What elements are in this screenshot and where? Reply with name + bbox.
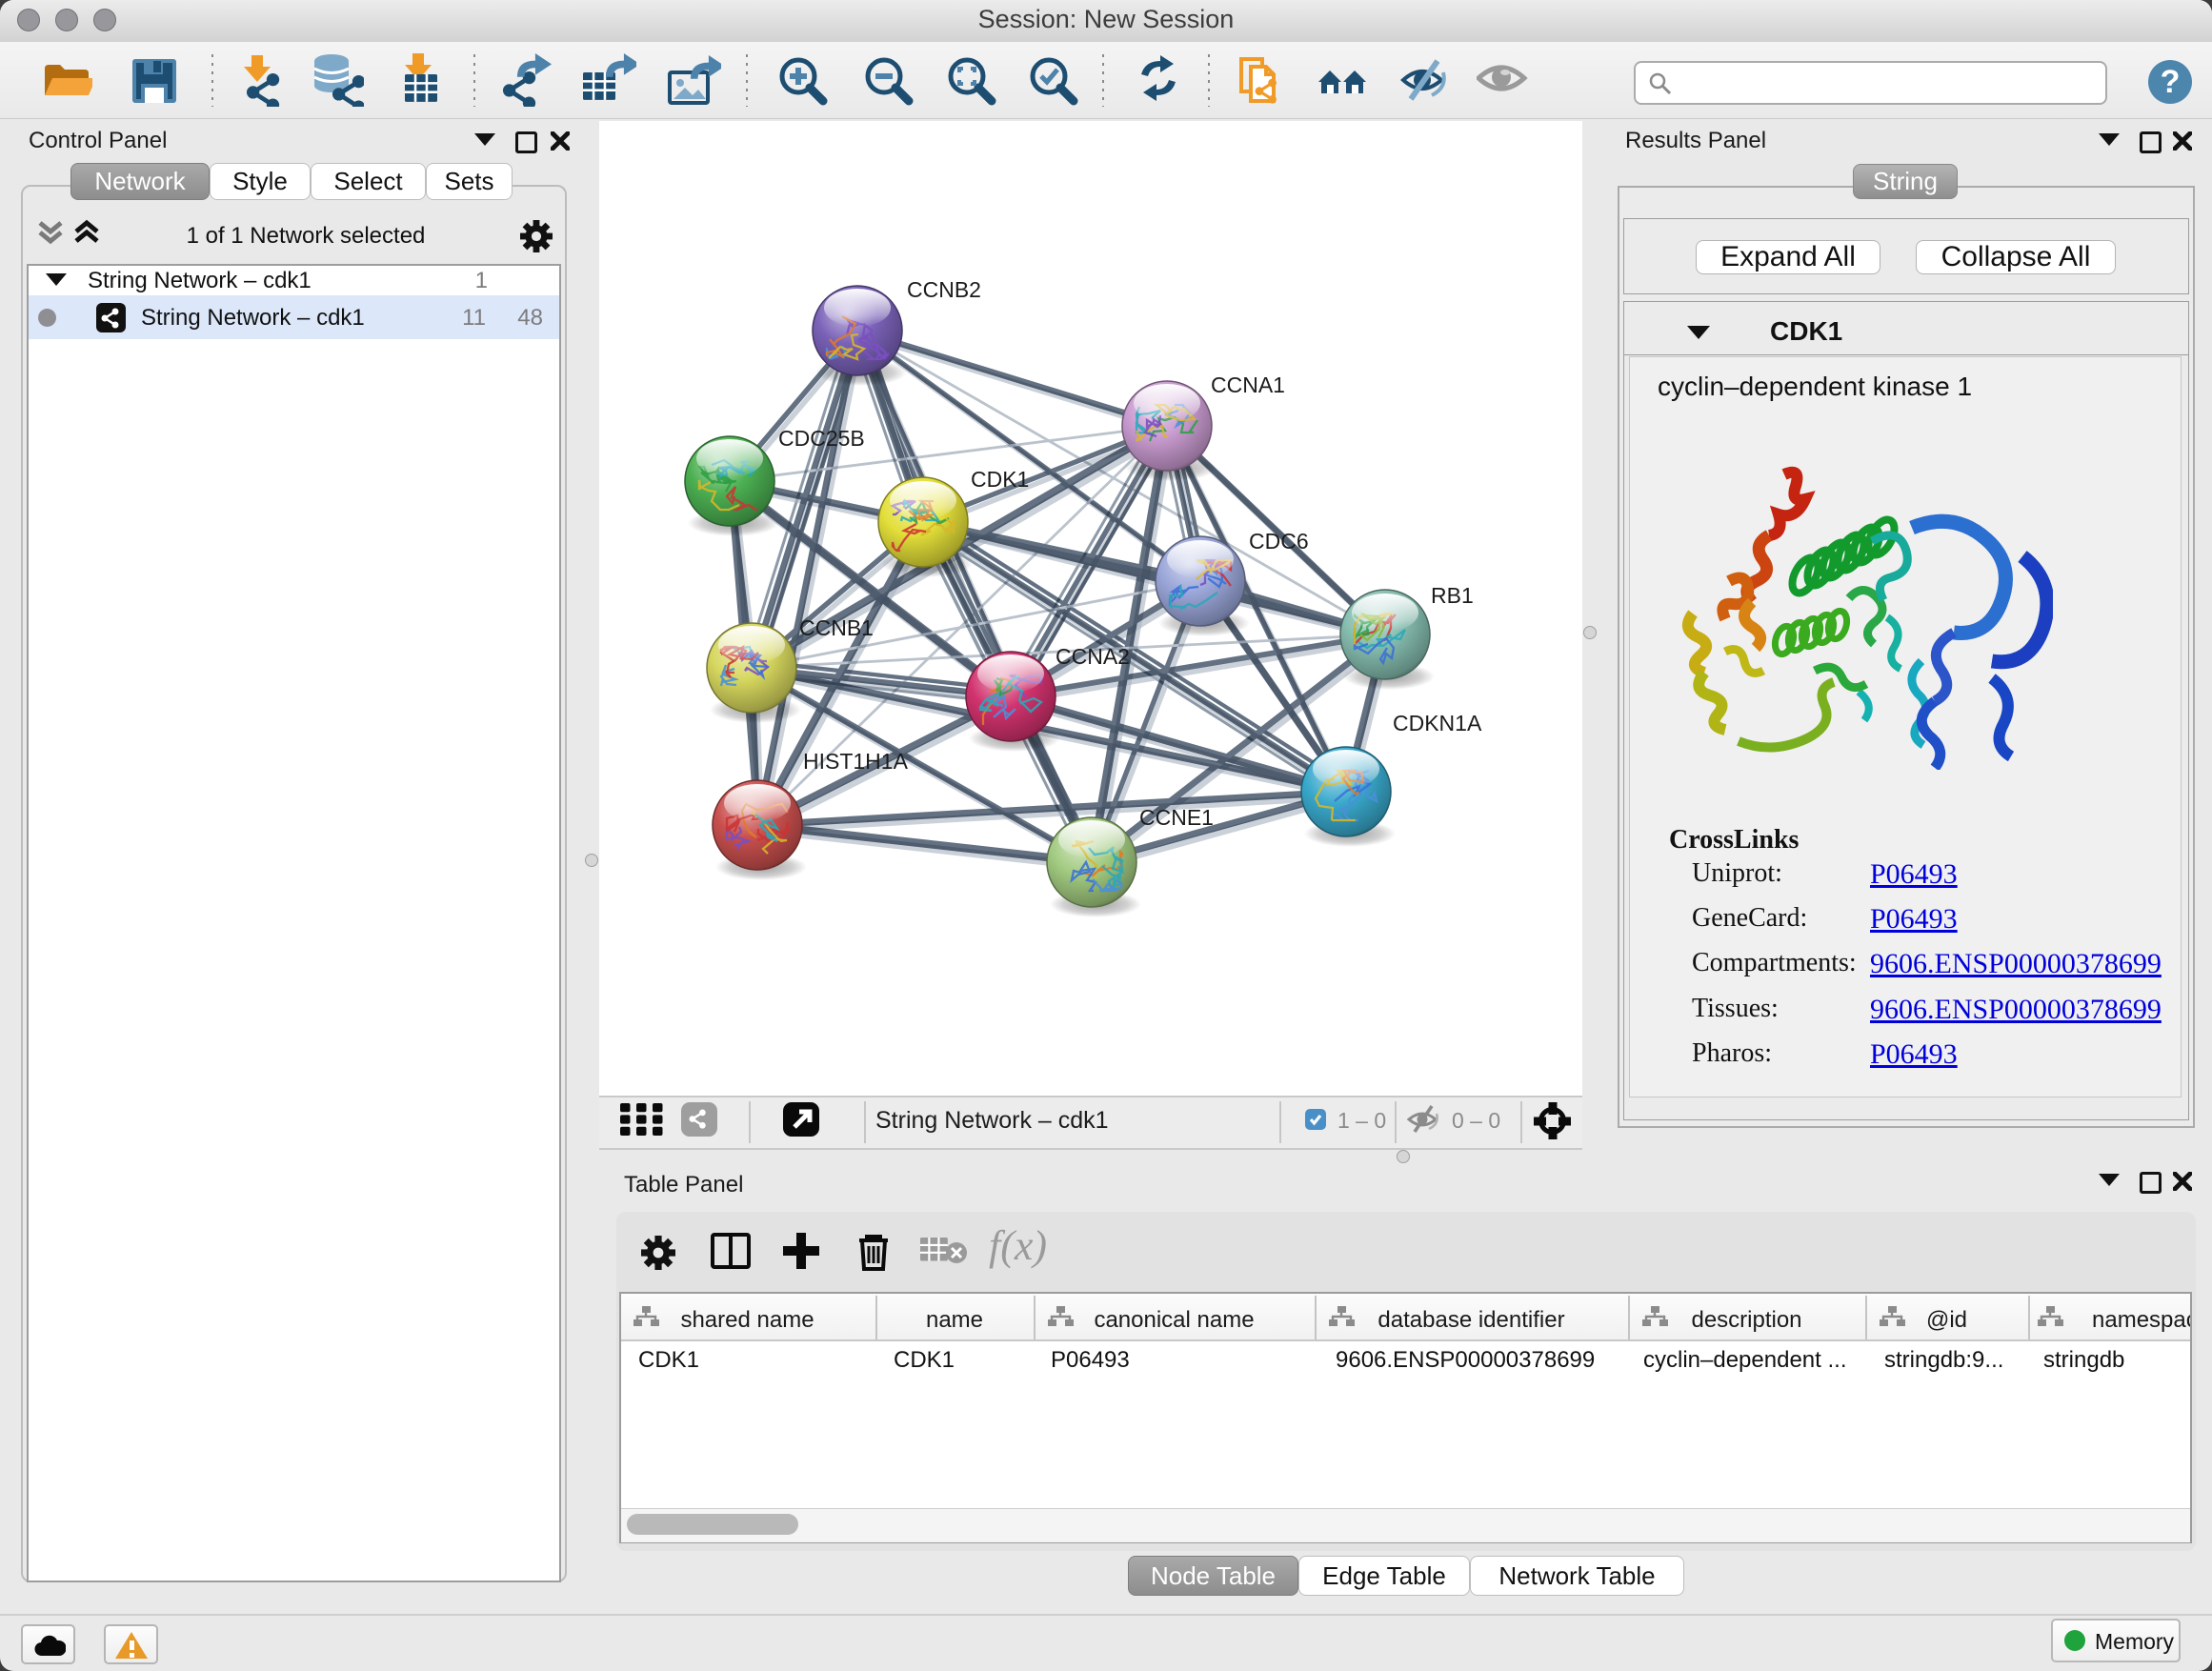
svg-text:CDC25B: CDC25B [778,426,865,451]
svg-text:CCNA1: CCNA1 [1211,372,1285,397]
svg-text:CCNB1: CCNB1 [799,615,874,640]
svg-text:CDC6: CDC6 [1249,529,1309,554]
svg-text:CDK1: CDK1 [971,467,1029,492]
svg-text:HIST1H1A: HIST1H1A [803,749,909,774]
svg-text:CCNE1: CCNE1 [1139,805,1214,830]
svg-text:CDKN1A: CDKN1A [1393,711,1482,735]
svg-text:CCNB2: CCNB2 [907,277,981,302]
svg-text:RB1: RB1 [1431,583,1474,608]
svg-text:CCNA2: CCNA2 [1056,644,1130,669]
